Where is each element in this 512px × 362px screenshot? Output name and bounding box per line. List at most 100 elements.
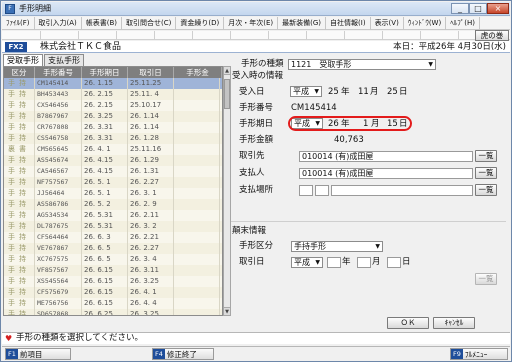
scroll-down-icon[interactable]: ▼ — [224, 307, 230, 315]
receive-year[interactable]: 25 — [328, 86, 339, 98]
menu-inquiry[interactable]: 取引問合せ(C) — [122, 17, 177, 30]
row-kind: 手持 — [4, 254, 35, 265]
f9-key: F9 — [451, 349, 463, 359]
menu-company[interactable]: 自社情報(I) — [326, 17, 371, 30]
table-row[interactable]: 手持 B7867967 26. 3.25 26. 1.14 — [4, 111, 222, 122]
payer-field[interactable]: 010014 (有)成田屋 — [299, 168, 473, 179]
trade-month-field[interactable] — [357, 257, 371, 268]
row-amount — [174, 177, 220, 188]
toolbar-divider — [230, 31, 231, 40]
receive-day[interactable]: 25 — [387, 86, 398, 98]
table-row[interactable]: 手持 VF857567 26. 6.15 26. 3.11 — [4, 265, 222, 276]
f1-prev-field-button[interactable]: F1 前項目 — [5, 348, 71, 360]
table-row[interactable]: 手持 VE767867 26. 6. 5 26. 2.27 — [4, 243, 222, 254]
row-amount — [174, 111, 220, 122]
pay-place-sub-field[interactable] — [315, 185, 329, 196]
note-no-value[interactable]: CM145414 — [291, 102, 337, 114]
end-kind-select[interactable]: 手持手形 ▼ — [291, 241, 383, 252]
table-row[interactable]: 手持 XS545564 26. 6.15 26. 3.25 — [4, 276, 222, 287]
unit-month: 月 — [370, 87, 379, 97]
client-list-button[interactable]: 一覧 — [475, 150, 497, 162]
heart-icon: ♥ — [5, 334, 13, 343]
row-trade-date: 26. 3.11 — [128, 265, 174, 276]
table-row[interactable]: 手持 SD657868 26. 6.25 26. 3.25 — [4, 309, 222, 315]
table-row[interactable]: 手持 CR767808 26. 3.31 26. 1.14 — [4, 122, 222, 133]
cancel-button[interactable]: ｷｬﾝｾﾙ — [433, 317, 475, 329]
table-row[interactable]: 手持 CF575679 26. 6.15 26. 4. 1 — [4, 287, 222, 298]
toolbar-divider — [78, 31, 79, 40]
table-row[interactable]: 手持 CM145414 26. 1.15 25.11.25 — [4, 78, 222, 89]
trade-era-select[interactable]: 平成 ▼ — [291, 257, 323, 268]
table-row[interactable]: 手持 JJ56464 26. 5. 1 26. 3. 1 — [4, 188, 222, 199]
ok-button[interactable]: ＯＫ — [387, 317, 429, 329]
minimize-button[interactable]: _ — [451, 3, 469, 14]
maximize-button[interactable]: □ — [469, 3, 487, 14]
menu-monthly[interactable]: 月次・年次(E) — [224, 17, 279, 30]
menu-latest[interactable]: 最新装備(G) — [278, 17, 327, 30]
table-row[interactable]: 手持 CS546758 26. 3.31 26. 1.28 — [4, 133, 222, 144]
f4-key: F4 — [153, 349, 165, 359]
amount-value[interactable]: 40,763 — [334, 134, 364, 146]
pay-place-name-field[interactable] — [331, 185, 473, 196]
col-note-no[interactable]: 手形番号 — [35, 67, 82, 78]
table-row[interactable]: 手持 CF564464 26. 6. 3 26. 2.21 — [4, 232, 222, 243]
row-kind: 手持 — [4, 89, 35, 100]
menu-ledger[interactable]: 帳表書(B) — [82, 17, 123, 30]
trade-day-field[interactable] — [387, 257, 401, 268]
table-row[interactable]: 手持 AS545674 26. 4.15 26. 1.29 — [4, 155, 222, 166]
row-note-no: AS545674 — [35, 155, 82, 166]
col-due[interactable]: 手形期日 — [82, 67, 128, 78]
row-amount — [174, 232, 220, 243]
scroll-up-icon[interactable]: ▲ — [224, 67, 230, 75]
app-window: F 手形明細 _ □ × ﾌｧｲﾙ(F) 取引入力(A) 帳表書(B) 取引問合… — [0, 0, 512, 362]
table-row[interactable]: 手持 CX546456 26. 2.15 25.10.17 — [4, 100, 222, 111]
tab-receivable[interactable]: 受取手形 — [3, 54, 43, 66]
row-kind: 手持 — [4, 287, 35, 298]
table-row[interactable]: 手持 NF757567 26. 5. 1 26. 2.27 — [4, 177, 222, 188]
menu-view[interactable]: 表示(V) — [371, 17, 404, 30]
unit-year: 年 — [341, 87, 350, 97]
client-field[interactable]: 010014 (有)成田屋 — [299, 151, 473, 162]
end-list-button[interactable]: 一覧 — [475, 273, 497, 285]
pay-place-list-button[interactable]: 一覧 — [475, 184, 497, 196]
row-amount — [174, 199, 220, 210]
row-trade-date: 25.10.17 — [128, 100, 174, 111]
menu-cashflow[interactable]: 資金繰り(D) — [176, 17, 225, 30]
row-amount — [174, 254, 220, 265]
col-trade-date[interactable]: 取引日 — [128, 67, 174, 78]
receive-date-label: 受入日 — [239, 87, 265, 97]
receive-month[interactable]: 11 — [358, 86, 369, 98]
table-row[interactable]: 手持 DL787675 26. 5.31 26. 3. 2 — [4, 221, 222, 232]
menu-help[interactable]: ﾍﾙﾌﾟ(H) — [446, 17, 480, 30]
table-row[interactable]: 裏書 CM565645 26. 4. 1 25.11.16 — [4, 144, 222, 155]
table-row[interactable]: 手持 CA546567 26. 4.15 26. 1.31 — [4, 166, 222, 177]
row-trade-date: 26. 1.29 — [128, 155, 174, 166]
row-due: 26. 6. 5 — [82, 254, 128, 265]
table-row[interactable]: 手持 AG534534 26. 5.31 26. 2.11 — [4, 210, 222, 221]
tab-payable[interactable]: 支払手形 — [44, 54, 84, 66]
col-kind[interactable]: 区分 — [4, 67, 35, 78]
f9-full-menu-button[interactable]: F9 ﾌﾙﾒﾆｭｰ — [450, 348, 508, 360]
menu-window[interactable]: ｳｨﾝﾄﾞｳ(W) — [404, 17, 447, 30]
payer-label: 支払人 — [239, 168, 265, 178]
payer-list-button[interactable]: 一覧 — [475, 167, 497, 179]
menu-file[interactable]: ﾌｧｲﾙ(F) — [2, 17, 35, 30]
row-trade-date: 25.11. 4 — [128, 89, 174, 100]
close-button[interactable]: × — [487, 3, 509, 14]
row-note-no: VF857567 — [35, 265, 82, 276]
table-row[interactable]: 手持 ME756756 26. 6.15 26. 4. 4 — [4, 298, 222, 309]
table-row[interactable]: 手持 XC767575 26. 6. 5 26. 3. 4 — [4, 254, 222, 265]
menu-entry[interactable]: 取引入力(A) — [35, 17, 82, 30]
pay-place-code-field[interactable] — [299, 185, 313, 196]
trade-year-field[interactable] — [327, 257, 341, 268]
grid-scrollbar[interactable]: ▲ ▼ — [223, 66, 231, 316]
scroll-thumb[interactable] — [224, 79, 230, 109]
col-amount[interactable]: 手形金 — [174, 67, 222, 78]
note-type-select[interactable]: 1121 受取手形 ▼ — [288, 59, 436, 70]
receive-era-select[interactable]: 平成 ▼ — [290, 86, 322, 97]
toranomaki-button[interactable]: 虎の巻 — [475, 30, 509, 41]
row-note-no: CM145414 — [35, 78, 82, 89]
f4-finish-button[interactable]: F4 修正終了 — [152, 348, 214, 360]
table-row[interactable]: 手持 BH453443 26. 2.15 25.11. 4 — [4, 89, 222, 100]
table-row[interactable]: 手持 AS586786 26. 5. 2 26. 2. 9 — [4, 199, 222, 210]
